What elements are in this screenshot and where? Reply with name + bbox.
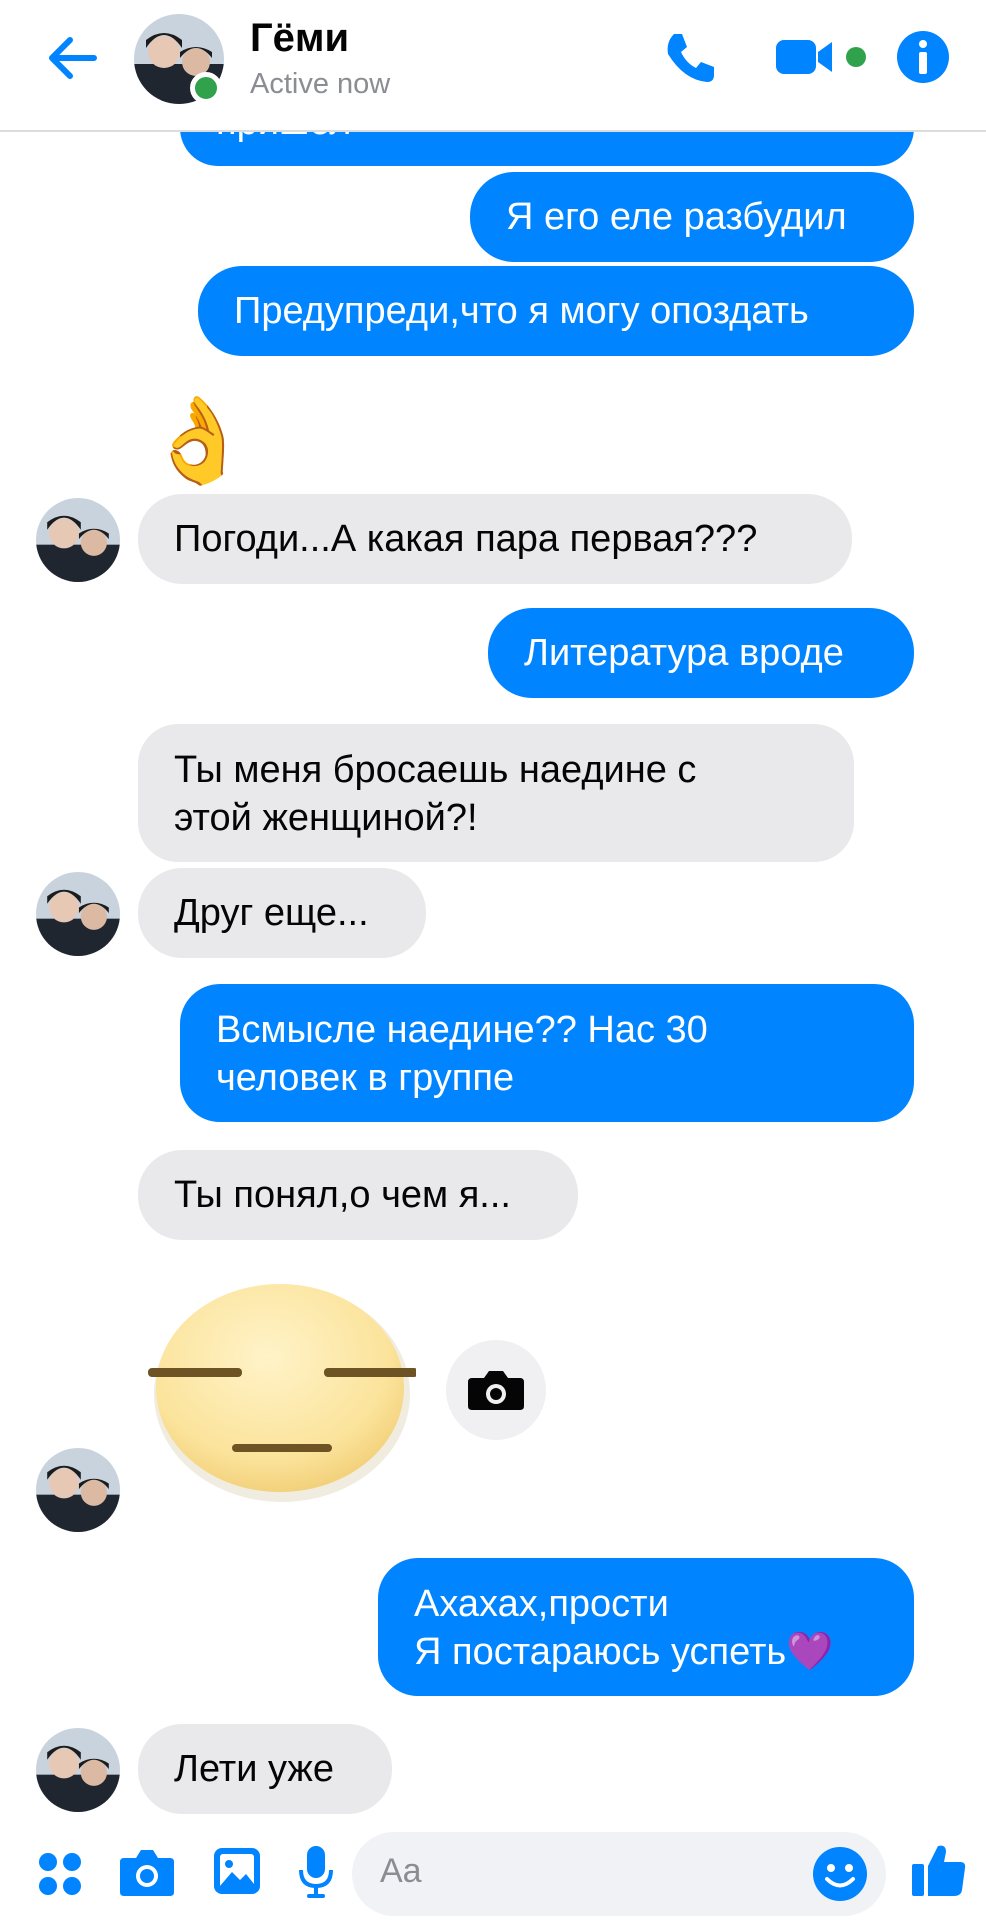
message-text: человек в группе <box>216 1057 515 1099</box>
contact-status: Active now <box>250 68 391 100</box>
chat-header: Гёми Active now <box>0 0 986 132</box>
video-call-icon[interactable] <box>774 34 836 80</box>
message-outgoing[interactable]: Предупреди,что я могу опоздать <box>198 266 914 356</box>
message-text: этой женщиной?! <box>174 797 478 839</box>
message-text: Лети уже <box>174 1748 334 1790</box>
ok-hand-emoji-message[interactable]: 👌 <box>146 392 251 488</box>
sender-avatar[interactable] <box>36 872 120 956</box>
message-incoming[interactable]: Друг еще... <box>138 868 426 958</box>
online-indicator <box>190 72 222 104</box>
message-incoming[interactable]: Погоди...А какая пара первая??? <box>138 494 852 584</box>
contact-name[interactable]: Гёми <box>250 16 349 61</box>
sender-avatar[interactable] <box>36 498 120 582</box>
camera-reply-button[interactable] <box>446 1340 546 1440</box>
message-text: Предупреди,что я могу опоздать <box>234 290 809 332</box>
message-text: Друг еще... <box>174 892 369 934</box>
message-text: Ты понял,о чем я... <box>174 1174 511 1216</box>
expressionless-face-sticker[interactable] <box>146 1270 418 1510</box>
message-text: Я его еле разбудил <box>506 196 847 238</box>
back-arrow-icon[interactable] <box>44 30 100 86</box>
message-text: Погоди...А какая пара первая??? <box>174 518 758 560</box>
video-active-indicator <box>846 47 866 67</box>
message-outgoing[interactable]: Ахахах,прости Я постараюсь успеть💜 <box>378 1558 914 1696</box>
sticker-image <box>148 1284 418 1502</box>
message-incoming[interactable]: Ты меня бросаешь наедине с этой женщиной… <box>138 724 854 862</box>
message-text: Всмысле наедине?? Нас 30 <box>216 1009 708 1051</box>
info-icon[interactable] <box>896 30 950 84</box>
message-text: Я постараюсь успеть💜 <box>414 1631 834 1673</box>
thumbs-up-icon[interactable] <box>910 1840 968 1898</box>
apps-icon[interactable] <box>36 1850 84 1898</box>
message-outgoing[interactable]: Литература вроде <box>488 608 914 698</box>
message-input-placeholder: Aa <box>380 1852 422 1890</box>
camera-icon <box>468 1371 524 1410</box>
gallery-icon[interactable] <box>212 1846 262 1896</box>
message-incoming[interactable]: Ты понял,о чем я... <box>138 1150 578 1240</box>
message-text: Ты меня бросаешь наедине с <box>174 749 697 791</box>
phone-call-icon[interactable] <box>660 28 720 88</box>
message-outgoing[interactable]: Я его еле разбудил <box>470 172 914 262</box>
message-input[interactable]: Aa <box>352 1832 886 1916</box>
sender-avatar[interactable] <box>36 1728 120 1812</box>
camera-icon[interactable] <box>118 1846 176 1898</box>
message-text: Ахахах,прости <box>414 1583 669 1625</box>
emoji-icon[interactable] <box>812 1846 868 1902</box>
sender-avatar[interactable] <box>36 1448 120 1532</box>
message-text: Литература вроде <box>524 632 844 674</box>
message-outgoing[interactable]: Всмысле наедине?? Нас 30 человек в групп… <box>180 984 914 1122</box>
microphone-icon[interactable] <box>298 1844 334 1900</box>
emoji: 👌 <box>146 393 251 487</box>
message-incoming[interactable]: Лети уже <box>138 1724 392 1814</box>
